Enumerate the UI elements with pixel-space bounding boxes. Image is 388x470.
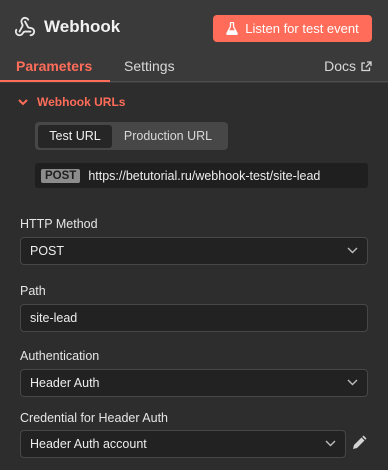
webhook-url-display[interactable]: POST https://betutorial.ru/webhook-test/… (35, 163, 368, 188)
production-url-button[interactable]: Production URL (112, 125, 224, 148)
flask-icon (226, 22, 239, 35)
page-title: Webhook (44, 17, 121, 36)
chevron-down-icon (325, 440, 336, 447)
path-label: Path (20, 284, 46, 298)
external-link-icon (361, 60, 372, 71)
docs-label: Docs (324, 58, 356, 74)
parameters-content: Webhook URLs Test URL Production URL POS… (0, 83, 388, 470)
webhook-url: https://betutorial.ru/webhook-test/site-… (88, 168, 321, 183)
listen-for-test-event-button[interactable]: Listen for test event (213, 15, 372, 42)
tab-parameters[interactable]: Parameters (16, 58, 92, 74)
http-method-label: HTTP Method (20, 217, 98, 231)
chevron-down-icon (18, 98, 28, 105)
webhook-urls-label: Webhook URLs (37, 95, 126, 109)
active-tab-indicator (0, 80, 110, 82)
docs-link[interactable]: Docs (324, 58, 372, 74)
test-url-button[interactable]: Test URL (38, 124, 112, 148)
credential-label: Credential for Header Auth (20, 411, 169, 425)
credential-value: Header Auth account (30, 437, 147, 451)
http-method-value: POST (30, 244, 65, 258)
authentication-value: Header Auth (30, 376, 100, 390)
url-type-toggle: Test URL Production URL (35, 122, 228, 150)
pencil-icon[interactable] (351, 435, 367, 451)
panel-header: Webhook Listen for test event (0, 0, 388, 56)
authentication-label: Authentication (20, 349, 100, 363)
path-input[interactable]: site-lead (20, 304, 368, 332)
chevron-down-icon (347, 379, 358, 386)
http-method-select[interactable]: POST (20, 237, 368, 265)
node-panel: Webhook Listen for test event Parameters… (0, 0, 388, 470)
tab-settings[interactable]: Settings (124, 58, 175, 74)
method-badge: POST (41, 168, 81, 183)
chevron-down-icon (347, 247, 358, 254)
listen-button-label: Listen for test event (245, 21, 359, 36)
authentication-select[interactable]: Header Auth (20, 369, 368, 397)
node-title: Webhook (14, 16, 120, 38)
tab-bar: Parameters Settings Docs (0, 56, 388, 82)
webhook-urls-toggle[interactable]: Webhook URLs (18, 95, 125, 109)
webhook-icon (14, 16, 36, 37)
path-value: site-lead (30, 311, 78, 325)
credential-select[interactable]: Header Auth account (20, 430, 346, 458)
